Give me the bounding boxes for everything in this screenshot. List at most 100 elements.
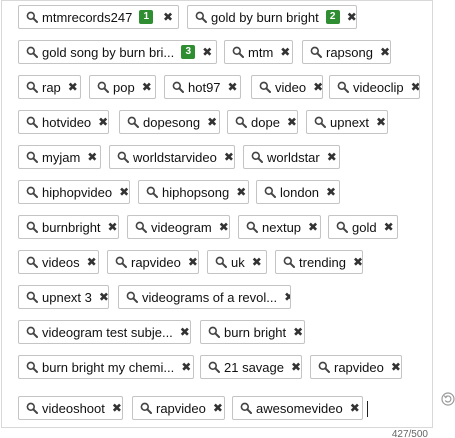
remove-tag-icon[interactable]: ✖ <box>377 221 394 233</box>
remove-tag-icon[interactable]: ✖ <box>280 116 297 128</box>
magnifier-icon <box>146 186 158 198</box>
tag-chip-pop[interactable]: pop ✖ <box>89 75 156 99</box>
magnifier-icon <box>117 151 129 163</box>
text-cursor[interactable] <box>367 401 368 417</box>
remove-tag-icon[interactable]: ✖ <box>320 151 337 163</box>
remove-tag-icon[interactable]: ✖ <box>221 81 238 93</box>
tag-chip-videograms-of-a-revol[interactable]: videograms of a revol...✖ <box>118 285 291 309</box>
remove-tag-icon[interactable]: ✖ <box>286 326 303 338</box>
tag-chip-burn-bright-my-chemi[interactable]: burn bright my chemi... ✖ <box>18 355 194 379</box>
tag-chip-hotvideo[interactable]: hotvideo ✖ <box>18 110 109 134</box>
tag-chip-21-savage[interactable]: 21 savage ✖ <box>200 355 302 379</box>
tag-chip-rapvideo[interactable]: rapvideo ✖ <box>107 250 199 274</box>
tag-chip-hot97[interactable]: hot97 ✖ <box>164 75 241 99</box>
remove-tag-icon[interactable]: ✖ <box>92 291 108 303</box>
remove-tag-icon[interactable]: ✖ <box>319 186 336 198</box>
remove-tag-icon[interactable]: ✖ <box>195 46 212 58</box>
remove-tag-icon[interactable]: ✖ <box>212 221 229 233</box>
remove-tag-icon[interactable]: ✖ <box>91 116 108 128</box>
remove-tag-icon[interactable]: ✖ <box>135 81 152 93</box>
remove-tag-icon[interactable]: ✖ <box>384 361 401 373</box>
tag-chip-trending[interactable]: trending ✖ <box>275 250 363 274</box>
rank-badge: 2 <box>325 10 340 24</box>
tag-chip-rap[interactable]: rap ✖ <box>18 75 81 99</box>
tag-label: videoclip <box>353 79 404 95</box>
remove-tag-icon[interactable]: ✖ <box>105 402 122 414</box>
magnifier-icon <box>259 81 271 93</box>
tag-chip-videogram[interactable]: videogram ✖ <box>127 215 230 239</box>
tag-chip-mtm[interactable]: mtm ✖ <box>224 40 293 64</box>
remove-tag-icon[interactable]: ✖ <box>306 81 322 93</box>
tag-chip-upnext[interactable]: upnext ✖ <box>306 110 388 134</box>
magnifier-icon <box>314 116 326 128</box>
tag-label: rapvideo <box>131 254 181 270</box>
remove-tag-icon[interactable]: ✖ <box>101 221 118 233</box>
remove-tag-icon[interactable]: ✖ <box>404 81 419 93</box>
tag-label: videograms of a revol... <box>142 289 278 305</box>
tag-chip-worldstar[interactable]: worldstar ✖ <box>243 145 340 169</box>
remove-tag-icon[interactable]: ✖ <box>112 186 129 198</box>
remove-tag-icon[interactable]: ✖ <box>277 291 290 303</box>
tag-chip-gold-song-by-burn-bri[interactable]: gold song by burn bri... 3 ✖ <box>18 40 217 64</box>
tag-chip-rapvideo[interactable]: rapvideo ✖ <box>310 355 402 379</box>
tag-chip-burn-bright[interactable]: burn bright ✖ <box>200 320 305 344</box>
remove-tag-icon[interactable]: ✖ <box>80 151 97 163</box>
magnifier-icon <box>246 221 258 233</box>
tag-label: mtm <box>248 44 274 60</box>
tag-chip-videoshoot[interactable]: videoshoot ✖ <box>18 396 123 420</box>
remove-tag-icon[interactable]: ✖ <box>174 361 191 373</box>
tag-chip-burnbright[interactable]: burnbright ✖ <box>18 215 119 239</box>
refresh-icon[interactable] <box>441 392 455 406</box>
tag-chip-london[interactable]: london ✖ <box>256 180 340 204</box>
tag-chip-myjam[interactable]: myjam ✖ <box>18 145 101 169</box>
tag-chip-upnext-3[interactable]: upnext 3 ✖ <box>18 285 109 309</box>
tag-chip-uk[interactable]: uk ✖ <box>207 250 267 274</box>
magnifier-icon <box>26 326 38 338</box>
tag-label: gold by burn bright <box>211 9 319 25</box>
remove-tag-icon[interactable]: ✖ <box>369 116 386 128</box>
magnifier-icon <box>26 221 38 233</box>
remove-tag-icon[interactable]: ✖ <box>346 256 362 268</box>
tag-chip-videos[interactable]: videos ✖ <box>18 250 99 274</box>
tag-chip-dope[interactable]: dope ✖ <box>227 110 298 134</box>
tag-chip-hiphopsong[interactable]: hiphopsong ✖ <box>138 180 249 204</box>
remove-tag-icon[interactable]: ✖ <box>229 186 246 198</box>
tag-chip-awesomevideo[interactable]: awesomevideo ✖ <box>232 396 363 420</box>
tag-chip-gold-by-burn-bright[interactable]: gold by burn bright 2 ✖ <box>187 5 357 29</box>
remove-tag-icon[interactable]: ✖ <box>80 256 97 268</box>
tag-chip-dopesong[interactable]: dopesong ✖ <box>119 110 220 134</box>
remove-tag-icon[interactable]: ✖ <box>373 46 390 58</box>
rank-badge: 3 <box>181 45 196 59</box>
tag-chip-videoclip[interactable]: videoclip ✖ <box>329 75 420 99</box>
magnifier-icon <box>172 81 184 93</box>
remove-tag-icon[interactable]: ✖ <box>206 402 223 414</box>
remove-tag-icon[interactable]: ✖ <box>245 256 262 268</box>
remove-tag-icon[interactable]: ✖ <box>301 221 318 233</box>
tag-chip-rapsong[interactable]: rapsong ✖ <box>302 40 391 64</box>
tag-chip-videogram-test-subje[interactable]: videogram test subje... ✖ <box>18 320 191 344</box>
tag-chip-mtmrecords247[interactable]: mtmrecords247 1 ✖ <box>18 5 179 29</box>
tag-chip-nextup[interactable]: nextup ✖ <box>238 215 321 239</box>
remove-tag-icon[interactable]: ✖ <box>340 11 356 23</box>
remove-tag-icon[interactable]: ✖ <box>200 116 217 128</box>
remove-tag-icon[interactable]: ✖ <box>284 361 301 373</box>
remove-tag-icon[interactable]: ✖ <box>343 402 360 414</box>
remove-tag-icon[interactable]: ✖ <box>61 81 78 93</box>
character-counter: 427/500 <box>391 429 428 438</box>
remove-tag-icon[interactable]: ✖ <box>217 151 234 163</box>
remove-tag-icon[interactable]: ✖ <box>156 11 173 23</box>
magnifier-icon <box>26 291 38 303</box>
magnifier-icon <box>251 151 263 163</box>
tag-chip-worldstarvideo[interactable]: worldstarvideo ✖ <box>109 145 235 169</box>
tag-chip-hiphopvideo[interactable]: hiphopvideo ✖ <box>18 180 130 204</box>
tag-chip-rapvideo[interactable]: rapvideo ✖ <box>132 396 225 420</box>
remove-tag-icon[interactable]: ✖ <box>273 46 290 58</box>
tag-label: hot97 <box>188 79 221 95</box>
magnifier-icon <box>26 361 38 373</box>
remove-tag-icon[interactable]: ✖ <box>173 326 190 338</box>
remove-tag-icon[interactable]: ✖ <box>181 256 198 268</box>
tag-label: nextup <box>262 219 302 235</box>
tag-chip-gold[interactable]: gold ✖ <box>328 215 398 239</box>
tag-chip-video[interactable]: video ✖ <box>251 75 323 99</box>
tag-label: videoshoot <box>42 400 105 416</box>
